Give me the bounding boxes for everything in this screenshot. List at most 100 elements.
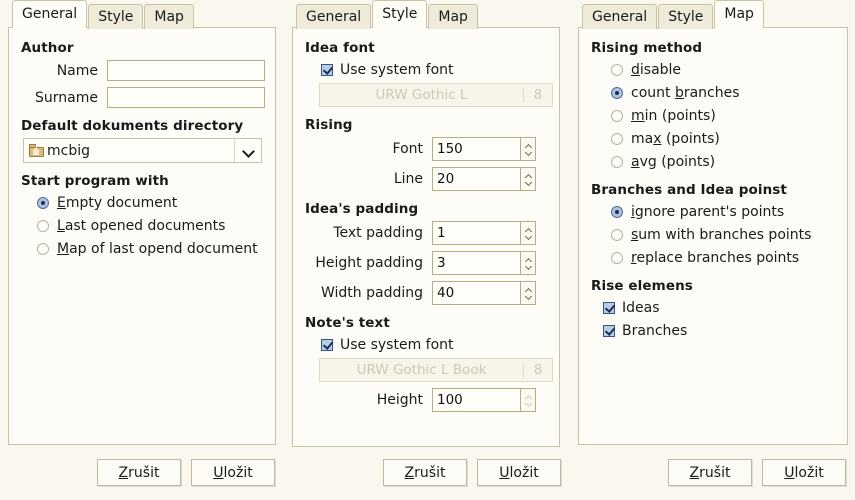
radio-label: avg (points) xyxy=(631,154,715,170)
radio-map-of-last-opend-document[interactable]: Map of last opend document xyxy=(19,239,265,259)
default-directory-value: mcbig xyxy=(47,143,90,159)
tabstrip-general: General Style Map xyxy=(8,0,276,28)
tab-map[interactable]: Map xyxy=(714,0,764,28)
tab-general[interactable]: General xyxy=(12,0,87,28)
spinner-buttons[interactable] xyxy=(520,281,536,305)
cancel-button[interactable]: Zrušit xyxy=(383,459,467,486)
tabpage-general: Author Name Surname Default dokuments di… xyxy=(8,27,276,445)
rising-line-spinner[interactable] xyxy=(432,167,536,191)
spinner-down-icon[interactable] xyxy=(525,235,532,239)
spinner-up-icon[interactable] xyxy=(525,258,532,262)
button-row-map: Zrušit Uložit xyxy=(668,459,846,486)
tabstrip-map: General Style Map xyxy=(578,0,848,28)
checkbox-ideas[interactable]: Ideas xyxy=(589,298,837,318)
width-padding-input[interactable] xyxy=(432,281,520,305)
text-padding-input[interactable] xyxy=(432,221,520,245)
height-padding-input[interactable] xyxy=(432,251,520,275)
cancel-button[interactable]: Zrušit xyxy=(668,459,752,486)
radio-label: replace branches points xyxy=(631,250,799,266)
tab-style[interactable]: Style xyxy=(88,4,143,29)
save-button[interactable]: Uložit xyxy=(477,459,561,486)
tab-style[interactable]: Style xyxy=(658,4,713,29)
group-title-start-program: Start program with xyxy=(21,173,265,189)
spinner-buttons[interactable] xyxy=(520,251,536,275)
tab-style[interactable]: Style xyxy=(372,0,427,28)
radio-label: ignore parent's points xyxy=(631,204,784,220)
spinner-up-icon[interactable] xyxy=(525,395,532,399)
radio-indicator xyxy=(611,64,623,76)
radio-sum-with-branches-points[interactable]: sum with branches points xyxy=(589,225,837,245)
group-title-rising: Rising xyxy=(305,117,549,133)
name-input[interactable] xyxy=(107,60,265,81)
checkbox-label: Use system font xyxy=(340,62,454,78)
spinner-down-icon[interactable] xyxy=(525,181,532,185)
width-padding-label: Width padding xyxy=(303,285,432,301)
spinner-down-icon[interactable] xyxy=(525,402,532,406)
radio-count-branches[interactable]: count branches xyxy=(589,83,837,103)
radio-disable[interactable]: disable xyxy=(589,60,837,80)
combobox-arrow-button[interactable] xyxy=(234,139,261,162)
spinner-down-icon[interactable] xyxy=(525,295,532,299)
group-title-notes-text: Note's text xyxy=(305,315,549,331)
note-font-size: 8 xyxy=(524,363,552,378)
note-height-spinner[interactable] xyxy=(432,388,536,412)
field-row-name: Name xyxy=(19,60,265,81)
tab-map[interactable]: Map xyxy=(144,4,194,29)
radio-max-points[interactable]: max (points) xyxy=(589,129,837,149)
spinner-buttons[interactable] xyxy=(520,167,536,191)
group-title-branches-and-idea-points: Branches and Idea poinst xyxy=(591,182,837,198)
tab-general[interactable]: General xyxy=(582,4,657,29)
radio-empty-document[interactable]: Empty document xyxy=(19,193,265,213)
checkbox-indicator xyxy=(603,302,615,314)
tab-map[interactable]: Map xyxy=(428,4,478,29)
rising-font-input[interactable] xyxy=(432,137,520,161)
radio-min-points[interactable]: min (points) xyxy=(589,106,837,126)
spinner-down-icon[interactable] xyxy=(525,265,532,269)
spinner-up-icon[interactable] xyxy=(525,228,532,232)
cancel-button[interactable]: Zrušit xyxy=(97,459,181,486)
save-button[interactable]: Uložit xyxy=(762,459,846,486)
field-row-height-padding: Height padding xyxy=(303,251,549,275)
rising-line-input[interactable] xyxy=(432,167,520,191)
checkbox-idea-use-system-font[interactable]: Use system font xyxy=(303,60,549,80)
radio-label: sum with branches points xyxy=(631,227,811,243)
radio-indicator xyxy=(37,243,49,255)
surname-input[interactable] xyxy=(107,87,265,108)
name-label: Name xyxy=(19,63,107,79)
radio-indicator xyxy=(611,133,623,145)
idea-font-picker-button: URW Gothic L 8 xyxy=(319,83,553,107)
radio-ignore-parents-points[interactable]: ignore parent's points xyxy=(589,202,837,222)
field-row-rising-line: Line xyxy=(303,167,549,191)
radio-indicator xyxy=(611,156,623,168)
spinner-up-icon[interactable] xyxy=(525,144,532,148)
checkbox-branches[interactable]: Branches xyxy=(589,321,837,341)
radio-replace-branches-points[interactable]: replace branches points xyxy=(589,248,837,268)
default-directory-value-area: mcbig xyxy=(24,143,234,159)
default-directory-combobox[interactable]: mcbig xyxy=(23,138,262,163)
rising-font-spinner[interactable] xyxy=(432,137,536,161)
radio-indicator xyxy=(611,110,623,122)
width-padding-spinner[interactable] xyxy=(432,281,536,305)
radio-last-opened-documents[interactable]: Last opened documents xyxy=(19,216,265,236)
spinner-buttons[interactable] xyxy=(520,137,536,161)
spinner-up-icon[interactable] xyxy=(525,288,532,292)
note-font-picker-button: URW Gothic L Book 8 xyxy=(319,358,553,382)
spinner-buttons[interactable] xyxy=(520,221,536,245)
note-height-input[interactable] xyxy=(432,388,520,412)
spinner-up-icon[interactable] xyxy=(525,174,532,178)
spinner-buttons[interactable] xyxy=(520,388,536,412)
text-padding-spinner[interactable] xyxy=(432,221,536,245)
radio-indicator xyxy=(611,206,623,218)
checkbox-label: Ideas xyxy=(622,300,660,316)
tab-general[interactable]: General xyxy=(296,4,371,29)
checkbox-note-use-system-font[interactable]: Use system font xyxy=(303,335,549,355)
folder-home-icon xyxy=(29,144,44,157)
height-padding-spinner[interactable] xyxy=(432,251,536,275)
panel-map: General Style Map Rising method disable … xyxy=(578,0,848,445)
radio-avg-points[interactable]: avg (points) xyxy=(589,152,837,172)
radio-label: count branches xyxy=(631,85,740,101)
save-button[interactable]: Uložit xyxy=(191,459,275,486)
tabstrip-style: General Style Map xyxy=(292,0,560,28)
group-title-rising-method: Rising method xyxy=(591,40,837,56)
spinner-down-icon[interactable] xyxy=(525,151,532,155)
